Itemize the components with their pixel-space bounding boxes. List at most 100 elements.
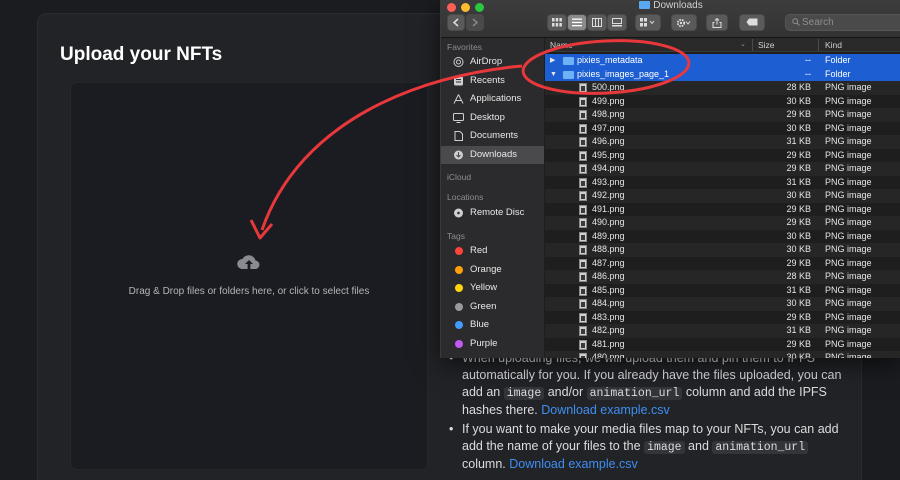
file-row[interactable]: 498.png 29 KB PNG image [545,108,900,122]
row-name: 498.png [592,109,625,119]
sidebar-item-applications[interactable]: Applications [441,90,544,108]
sidebar-item-label: Downloads [470,149,517,160]
row-name: 488.png [592,244,625,254]
sidebar-tag-blue[interactable]: Blue [441,316,544,334]
row-kind: PNG image [825,311,872,322]
column-size[interactable]: Size [758,40,775,50]
sidebar-item-recents[interactable]: Recents [441,72,544,90]
group-by-button[interactable] [635,14,661,31]
row-size: 29 KB [786,163,811,173]
row-name: 485.png [592,284,625,295]
file-row[interactable]: 482.png 31 KB PNG image [545,324,900,338]
file-row[interactable]: 495.png 29 KB PNG image [545,149,900,163]
column-view-button[interactable] [587,14,607,31]
locations-heading: Locations [447,192,484,202]
png-file-icon [579,312,587,323]
sidebar-item-label: Recents [470,75,505,86]
window-title: Downloads [441,0,900,12]
sidebar-tag-red[interactable]: Red [441,242,544,260]
file-row[interactable]: 486.png 28 KB PNG image [545,270,900,284]
disc-icon [454,208,463,218]
png-file-icon [579,258,587,269]
instruction-text: column. [462,457,510,471]
file-row[interactable]: 500.png 28 KB PNG image [545,81,900,95]
sidebar-item-remote-disc[interactable]: Remote Disc [441,204,544,222]
row-kind: PNG image [825,149,872,160]
sidebar-item-documents[interactable]: Documents [441,127,544,145]
search-icon [792,18,800,26]
sidebar-item-label: AirDrop [470,56,503,67]
row-size: 31 KB [786,176,811,187]
column-kind[interactable]: Kind [825,40,842,50]
png-file-icon [579,245,587,255]
file-row[interactable]: 496.png 31 KB PNG image [545,135,900,149]
sidebar-tag-yellow[interactable]: Yellow [441,279,544,297]
back-button[interactable] [447,14,465,31]
sidebar-tag-green[interactable]: Green [441,298,544,316]
gallery-view-button[interactable] [607,14,627,31]
row-kind: PNG image [825,136,872,146]
upload-instructions: When uploading files, we will upload the… [448,350,848,475]
file-row[interactable]: 484.png 30 KB PNG image [545,297,900,311]
sidebar-item-label: Blue [470,319,490,330]
row-kind: PNG image [825,284,872,295]
search-field[interactable]: Search [785,14,900,31]
sidebar-item-airdrop[interactable]: AirDrop [441,53,544,71]
row-kind: PNG image [825,122,872,133]
folder-row[interactable]: ▶ pixies_metadata -- Folder [545,54,900,68]
folder-icon [563,70,574,79]
file-row[interactable]: 489.png 30 KB PNG image [545,230,900,244]
gallery-icon [612,18,622,27]
row-kind: PNG image [825,176,872,187]
list-view-button[interactable] [567,14,587,31]
row-size: 30 KB [786,230,811,241]
file-row[interactable]: 487.png 29 KB PNG image [545,257,900,271]
row-size: 31 KB [786,325,811,335]
download-example-link[interactable]: Download example.csv [541,403,670,417]
sidebar-item-desktop[interactable]: Desktop [441,109,544,127]
download-example-link[interactable]: Download example.csv [509,457,638,471]
airdrop-icon [453,57,464,67]
file-row[interactable]: 497.png 30 KB PNG image [545,122,900,136]
page-title: Upload your NFTs [60,44,223,65]
file-row[interactable]: 483.png 29 KB PNG image [545,311,900,325]
row-size: 29 KB [786,311,811,322]
png-file-icon [579,339,587,350]
file-row[interactable]: 488.png 30 KB PNG image [545,243,900,257]
code-image: image [644,441,685,454]
forward-button[interactable] [466,14,484,31]
blue-tag-icon [455,321,463,329]
folder-row[interactable]: ▼ pixies_images_page_1 -- Folder [545,67,900,82]
purple-tag-icon [455,340,463,348]
disclosure-expanded-icon[interactable]: ▼ [550,68,557,82]
column-divider [818,39,819,51]
finder-toolbar: Downloads Search [441,0,900,38]
tag-button[interactable] [739,14,765,31]
gear-icon [676,18,691,28]
favorites-heading: Favorites [447,42,482,52]
column-divider [752,39,753,51]
sidebar-tag-purple[interactable]: Purple [441,335,544,353]
file-row[interactable]: 494.png 29 KB PNG image [545,162,900,176]
row-name: 499.png [592,95,625,106]
sidebar-tag-orange[interactable]: Orange [441,261,544,279]
sidebar-item-downloads[interactable]: Downloads [441,146,544,164]
file-row[interactable]: 493.png 31 KB PNG image [545,176,900,190]
file-row[interactable]: 480.png 30 KB PNG image [545,351,900,358]
file-row[interactable]: 490.png 29 KB PNG image [545,216,900,230]
file-row[interactable]: 491.png 29 KB PNG image [545,203,900,217]
file-row[interactable]: 492.png 30 KB PNG image [545,189,900,203]
png-file-icon [579,83,587,93]
icon-view-button[interactable] [547,14,567,31]
file-dropzone[interactable] [70,82,428,470]
row-kind: PNG image [825,203,872,214]
file-row[interactable]: 485.png 31 KB PNG image [545,284,900,298]
file-row[interactable]: 499.png 30 KB PNG image [545,95,900,109]
column-name[interactable]: Name [550,40,573,50]
file-row[interactable]: 481.png 29 KB PNG image [545,338,900,352]
share-button[interactable] [706,14,728,31]
action-menu-button[interactable] [671,14,697,31]
orange-tag-icon [455,266,463,274]
disclosure-collapsed-icon[interactable]: ▶ [550,54,555,68]
png-file-icon [579,299,587,309]
